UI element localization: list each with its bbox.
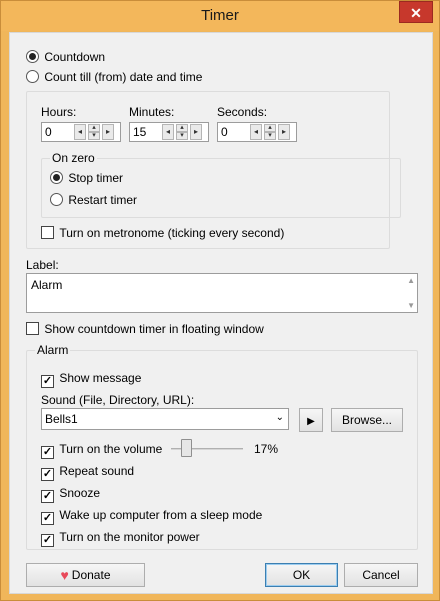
stop-timer-radio[interactable]: Stop timer <box>50 171 123 185</box>
window-title: Timer <box>201 7 239 24</box>
hours-up-icon[interactable]: ▴ <box>88 124 100 132</box>
scroll-down-icon[interactable]: ▼ <box>407 301 415 310</box>
count-till-radio-indicator[interactable] <box>26 70 39 83</box>
donate-label: Donate <box>71 568 111 582</box>
dialog-client: Countdown Count till (from) date and tim… <box>9 32 433 594</box>
minutes-decrement-icon[interactable]: ◂ <box>162 124 174 140</box>
stop-timer-indicator[interactable] <box>50 171 63 184</box>
hours-down-icon[interactable]: ▾ <box>88 132 100 140</box>
hours-increment-icon[interactable]: ▸ <box>102 124 114 140</box>
seconds-up-icon[interactable]: ▴ <box>264 124 276 132</box>
seconds-increment-icon[interactable]: ▸ <box>278 124 290 140</box>
repeat-sound-box[interactable]: ✓ <box>41 468 54 481</box>
metronome-checkbox-box[interactable] <box>41 226 54 239</box>
wake-up-checkbox[interactable]: ✓ Wake up computer from a sleep mode <box>41 508 262 525</box>
wake-up-box[interactable]: ✓ <box>41 512 54 525</box>
alarm-title: Alarm <box>35 343 71 357</box>
minutes-input[interactable] <box>132 124 160 140</box>
donate-button[interactable]: ♥ Donate <box>26 563 145 587</box>
minutes-spinner[interactable]: ◂ ▴ ▾ ▸ <box>129 122 209 142</box>
seconds-decrement-icon[interactable]: ◂ <box>250 124 262 140</box>
play-icon: ▶ <box>307 416 315 427</box>
monitor-power-label: Turn on the monitor power <box>59 530 200 544</box>
show-message-label: Show message <box>59 371 142 385</box>
sound-select[interactable]: Bells1 ⌄ <box>41 408 289 430</box>
timer-window: Timer ✕ Countdown Count till (from) date… <box>0 0 440 601</box>
close-button[interactable]: ✕ <box>399 1 433 23</box>
minutes-down-icon[interactable]: ▾ <box>176 132 188 140</box>
label-caption: Label: <box>26 258 59 272</box>
countdown-label: Countdown <box>44 50 106 64</box>
hours-input[interactable] <box>44 124 72 140</box>
show-message-checkbox[interactable]: ✓ Show message <box>41 371 141 388</box>
snooze-label: Snooze <box>59 486 101 500</box>
wake-up-label: Wake up computer from a sleep mode <box>59 508 263 522</box>
countdown-radio[interactable]: Countdown <box>26 50 105 64</box>
chevron-down-icon[interactable]: ⌄ <box>276 412 284 423</box>
floating-window-checkbox[interactable]: Show countdown timer in floating window <box>26 322 264 336</box>
browse-button[interactable]: Browse... <box>331 408 403 432</box>
restart-timer-indicator[interactable] <box>50 193 63 206</box>
repeat-sound-label: Repeat sound <box>59 464 135 478</box>
hours-decrement-icon[interactable]: ◂ <box>74 124 86 140</box>
floating-window-label: Show countdown timer in floating window <box>44 322 264 336</box>
show-message-box[interactable]: ✓ <box>41 375 54 388</box>
close-icon: ✕ <box>410 5 422 21</box>
seconds-label: Seconds: <box>217 105 268 119</box>
monitor-power-checkbox[interactable]: ✓ Turn on the monitor power <box>41 530 200 547</box>
sound-caption: Sound (File, Directory, URL): <box>41 393 195 407</box>
label-text: Alarm <box>31 278 63 292</box>
metronome-checkbox[interactable]: Turn on metronome (ticking every second) <box>41 226 284 240</box>
sound-value: Bells1 <box>45 412 78 426</box>
countdown-radio-indicator[interactable] <box>26 50 39 63</box>
floating-window-box[interactable] <box>26 322 39 335</box>
minutes-label: Minutes: <box>129 105 175 119</box>
volume-percent: 17% <box>254 442 279 456</box>
play-button[interactable]: ▶ <box>299 408 323 432</box>
metronome-label: Turn on metronome (ticking every second) <box>59 226 285 240</box>
on-zero-group: On zero Stop timer Restart timer <box>41 151 401 218</box>
minutes-increment-icon[interactable]: ▸ <box>190 124 202 140</box>
label-textarea[interactable]: Alarm ▲ ▼ <box>26 273 418 313</box>
volume-slider-thumb[interactable] <box>181 439 193 457</box>
hours-label: Hours: <box>41 105 77 119</box>
volume-label: Turn on the volume <box>59 442 163 456</box>
stop-timer-label: Stop timer <box>68 171 124 185</box>
restart-timer-radio[interactable]: Restart timer <box>50 193 137 207</box>
volume-box[interactable]: ✓ <box>41 446 54 459</box>
time-settings-group: Hours: ◂ ▴ ▾ ▸ Minutes: ◂ ▴ ▾ ▸ Seconds:… <box>26 91 401 249</box>
count-till-radio[interactable]: Count till (from) date and time <box>26 70 202 84</box>
cancel-button[interactable]: Cancel <box>344 563 418 587</box>
hours-spinner[interactable]: ◂ ▴ ▾ ▸ <box>41 122 121 142</box>
alarm-group: Alarm ✓ Show message Sound (File, Direct… <box>26 343 418 550</box>
minutes-up-icon[interactable]: ▴ <box>176 124 188 132</box>
volume-checkbox[interactable]: ✓ Turn on the volume <box>41 442 162 459</box>
seconds-spinner[interactable]: ◂ ▴ ▾ ▸ <box>217 122 297 142</box>
snooze-box[interactable]: ✓ <box>41 490 54 503</box>
snooze-checkbox[interactable]: ✓ Snooze <box>41 486 100 503</box>
on-zero-title: On zero <box>50 151 97 165</box>
seconds-down-icon[interactable]: ▾ <box>264 132 276 140</box>
repeat-sound-checkbox[interactable]: ✓ Repeat sound <box>41 464 134 481</box>
count-till-label: Count till (from) date and time <box>44 70 203 84</box>
ok-button[interactable]: OK <box>265 563 338 587</box>
heart-icon: ♥ <box>60 567 69 583</box>
restart-timer-label: Restart timer <box>68 193 138 207</box>
seconds-input[interactable] <box>220 124 248 140</box>
title-bar: Timer ✕ <box>1 1 439 31</box>
monitor-power-box[interactable]: ✓ <box>41 534 54 547</box>
scroll-up-icon[interactable]: ▲ <box>407 276 415 285</box>
